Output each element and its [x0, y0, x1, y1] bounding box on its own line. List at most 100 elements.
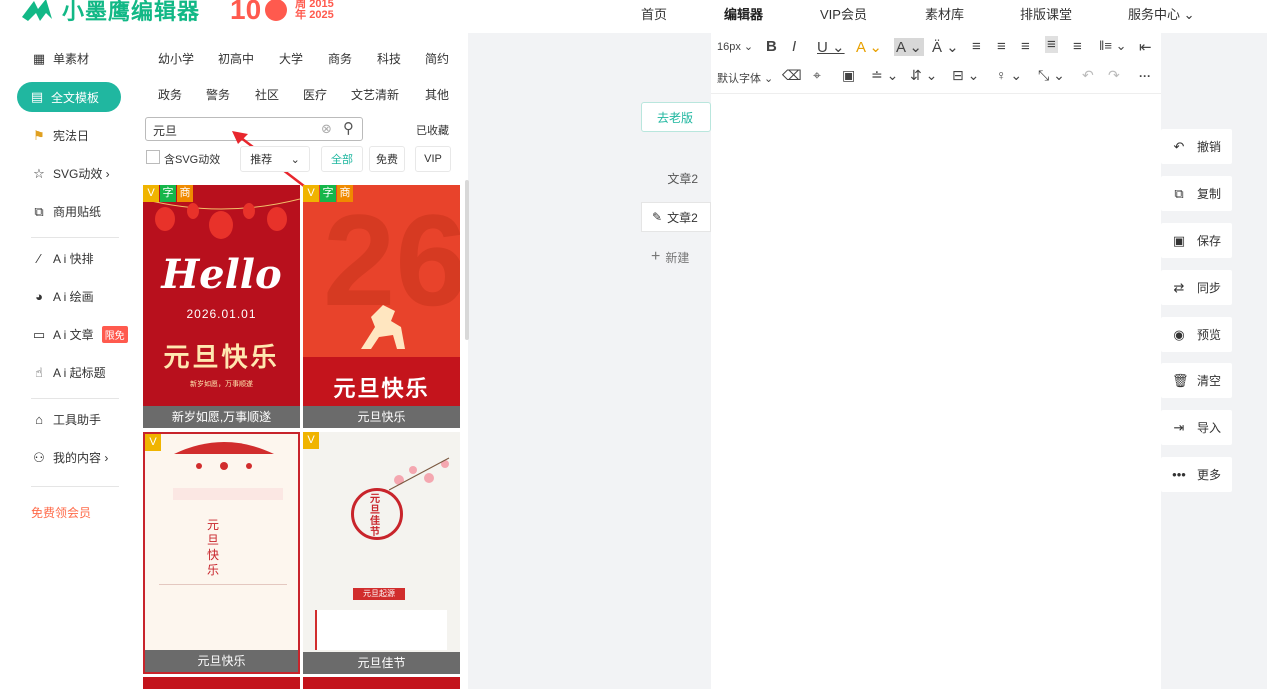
- nav-vip[interactable]: VIP会员: [820, 4, 867, 23]
- category-other[interactable]: 其他: [425, 86, 449, 103]
- sort-dropdown[interactable]: 推荐 ⌄: [240, 146, 310, 172]
- lightbulb-button[interactable]: ♀ ⌄: [996, 67, 1022, 84]
- category-university[interactable]: 大学: [279, 50, 303, 67]
- font-family-select[interactable]: 默认字体 ⌄: [717, 70, 773, 86]
- toolbar-divider: [711, 93, 1161, 94]
- bold-button[interactable]: B: [766, 38, 777, 55]
- sidebar-item-tools[interactable]: ⌂ 工具助手: [31, 411, 101, 428]
- divider-button[interactable]: ≐ ⌄: [871, 67, 898, 84]
- nav-materials[interactable]: 素材库: [925, 4, 964, 23]
- saved-link[interactable]: 已收藏: [416, 122, 449, 138]
- text-effect-button[interactable]: Ä ⌄: [932, 38, 959, 56]
- old-version-button[interactable]: 去老版: [641, 102, 711, 132]
- v-tag: V: [145, 434, 161, 451]
- category-business[interactable]: 商务: [328, 50, 352, 67]
- sidebar-item-ai-paint[interactable]: ◕ A i 绘画: [31, 288, 94, 305]
- align-left-button[interactable]: ≡: [972, 38, 981, 55]
- sidebar-item-ai-typeset[interactable]: ⁄ A i 快排: [31, 250, 94, 267]
- sidebar-item-ai-title[interactable]: ☝ A i 起标题: [31, 364, 106, 381]
- eraser-button[interactable]: ⌫: [782, 67, 802, 84]
- justify-button[interactable]: ≡: [1045, 36, 1058, 53]
- align-right-button[interactable]: ≡: [1021, 38, 1030, 55]
- new-article-button[interactable]: + 新建: [641, 242, 711, 272]
- font-size-select[interactable]: 16px ⌄: [717, 40, 753, 53]
- template-card-partial[interactable]: [143, 677, 300, 689]
- resize-button[interactable]: ⤡ ⌄: [1038, 67, 1065, 84]
- template-card[interactable]: V 元旦快乐 元旦快乐: [143, 432, 300, 674]
- clear-icon[interactable]: ⊗: [321, 121, 332, 137]
- sidebar-item-my-content[interactable]: ⚇ 我的内容 ›: [31, 449, 108, 466]
- distribute-button[interactable]: ≡: [1073, 38, 1082, 55]
- category-primary[interactable]: 幼小学: [158, 50, 194, 67]
- nav-home[interactable]: 首页: [641, 4, 667, 23]
- filter-all[interactable]: 全部: [321, 146, 363, 172]
- editor-canvas[interactable]: [711, 33, 1161, 689]
- puzzle-icon: ⧉: [34, 203, 44, 219]
- template-card[interactable]: V 元旦佳节 元旦起源 元旦佳节: [303, 432, 460, 674]
- article-tab-active[interactable]: ✎ 文章2: [641, 202, 711, 232]
- sidebar-item-single[interactable]: ▦ 单素材: [31, 50, 89, 67]
- sidebar-item-ai-article[interactable]: ▭ A i 文章 限免: [31, 326, 128, 343]
- more-options-button[interactable]: ···: [1139, 69, 1151, 83]
- template-caption: 元旦快乐: [145, 650, 298, 672]
- sidebar-divider: [31, 398, 119, 399]
- spacing-button[interactable]: ⇵ ⌄: [910, 67, 937, 84]
- search-icon[interactable]: ⚲: [343, 119, 354, 137]
- preview-button[interactable]: ◉ 预览: [1161, 317, 1232, 352]
- panel-scrollbar[interactable]: [465, 180, 469, 340]
- anniversary-years: 周 2015 年 2025: [295, 0, 334, 21]
- image-button[interactable]: ▣: [842, 67, 855, 84]
- more-button[interactable]: ••• 更多: [1161, 457, 1232, 492]
- sync-button[interactable]: ⇄ 同步: [1161, 270, 1232, 305]
- template-card-partial[interactable]: [303, 677, 460, 689]
- align-center-button[interactable]: ≡: [997, 38, 1006, 55]
- format-painter-button[interactable]: ⌖: [813, 67, 821, 84]
- free-vip-link[interactable]: 免费领会员: [31, 504, 91, 521]
- filter-vip[interactable]: VIP: [415, 146, 451, 172]
- category-government[interactable]: 政务: [158, 86, 182, 103]
- sidebar-item-templates[interactable]: ▤ 全文模板: [17, 82, 121, 112]
- category-simple[interactable]: 简约: [425, 50, 449, 67]
- category-police[interactable]: 警务: [206, 86, 230, 103]
- category-community[interactable]: 社区: [255, 86, 279, 103]
- template-card[interactable]: V 字 商 Hello 2026.01.01 元旦快乐 新岁如愿，万事顺遂 新岁…: [143, 185, 300, 428]
- nav-service[interactable]: 服务中心 ⌄: [1128, 4, 1195, 23]
- copy-button[interactable]: ⧉ 复制: [1161, 176, 1232, 211]
- template-caption: 新岁如愿,万事顺遂: [143, 406, 300, 428]
- undo-icon[interactable]: ↶: [1082, 67, 1094, 84]
- anniversary-circle: [265, 0, 288, 21]
- sidebar-item-svg[interactable]: ☆ SVG动效 ›: [31, 165, 110, 182]
- sidebar-item-constitution-day[interactable]: ⚑ 宪法日: [31, 127, 89, 144]
- import-button[interactable]: ⇥ 导入: [1161, 410, 1232, 445]
- user-icon: ⚇: [33, 449, 45, 465]
- italic-button[interactable]: I: [792, 38, 796, 55]
- sidebar-item-stickers[interactable]: ⧉ 商用贴纸: [31, 203, 101, 220]
- category-tech[interactable]: 科技: [377, 50, 401, 67]
- font-color-button[interactable]: A ⌄: [856, 38, 882, 56]
- save-button[interactable]: ▣ 保存: [1161, 223, 1232, 258]
- nav-course[interactable]: 排版课堂: [1020, 4, 1072, 23]
- template-card[interactable]: 26 V 字 商 元旦快乐 元旦快乐: [303, 185, 460, 428]
- anniversary-number: 10: [230, 0, 262, 25]
- v-tag: V: [303, 432, 319, 449]
- background-color-button[interactable]: A ⌄: [894, 38, 924, 56]
- underline-button[interactable]: U ⌄: [817, 38, 845, 56]
- category-literary[interactable]: 文艺清新: [351, 86, 399, 103]
- brand-logo[interactable]: 小墨鹰编辑器 10 周 2015 年 2025: [20, 0, 334, 26]
- document-icon: ▭: [32, 326, 46, 342]
- filter-free[interactable]: 免费: [369, 146, 405, 172]
- clear-button[interactable]: 🗑 清空: [1161, 363, 1232, 398]
- redo-icon[interactable]: ↷: [1108, 67, 1120, 84]
- ai-typeset-icon: ⁄: [37, 251, 41, 266]
- grid-icon: ▦: [32, 50, 46, 66]
- paragraph-button[interactable]: ⊟ ⌄: [952, 67, 979, 84]
- svg-checkbox[interactable]: [146, 150, 160, 164]
- undo-button[interactable]: ↶ 撤销: [1161, 129, 1232, 164]
- indent-button[interactable]: ⇤: [1139, 38, 1152, 56]
- category-medical[interactable]: 医疗: [303, 86, 327, 103]
- article-tab[interactable]: 文章2: [641, 163, 711, 193]
- nav-editor[interactable]: 编辑器: [724, 4, 763, 23]
- line-height-button[interactable]: ‖≡ ⌄: [1099, 38, 1126, 54]
- svg-checkbox-label: 含SVG动效: [164, 154, 221, 166]
- category-secondary[interactable]: 初高中: [218, 50, 254, 67]
